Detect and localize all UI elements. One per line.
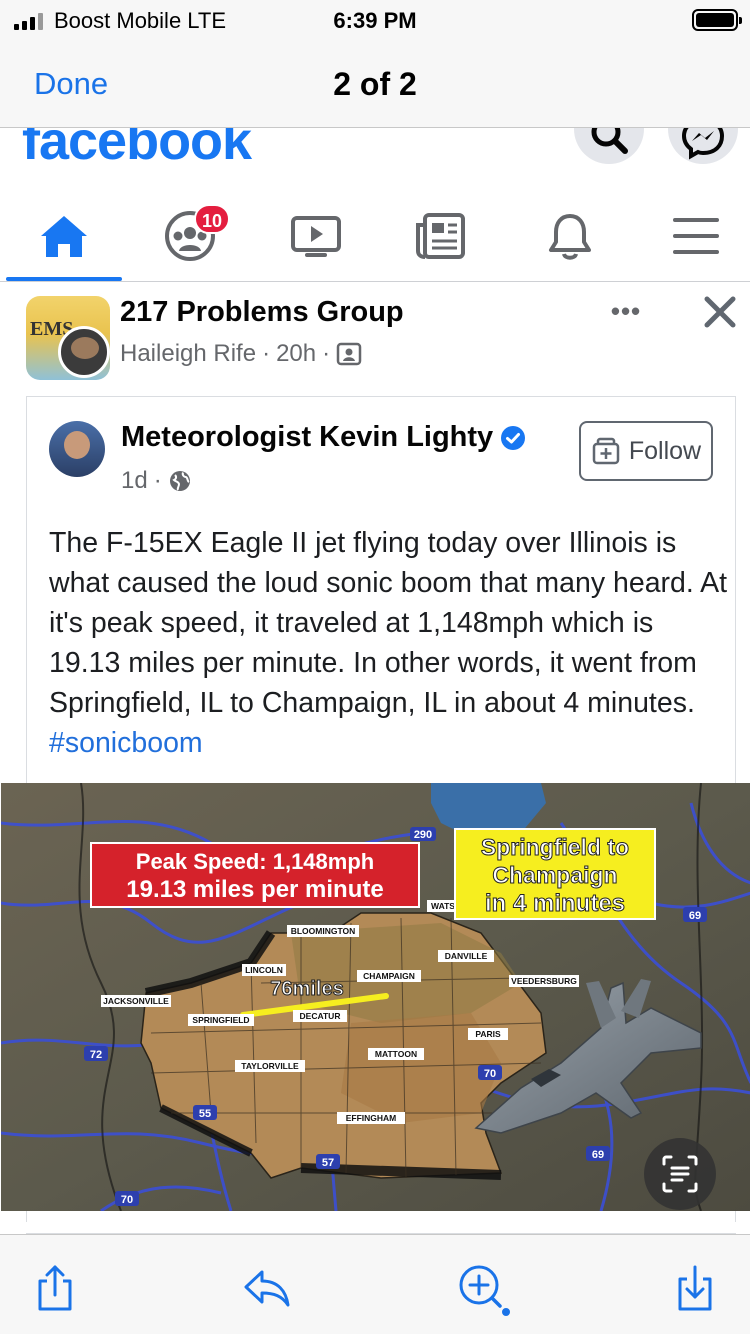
reply-button[interactable] — [242, 1263, 292, 1313]
messenger-button[interactable] — [668, 128, 738, 164]
peak-speed-line1: Peak Speed: 1,148mph — [136, 849, 374, 874]
status-bar: Boost Mobile LTE 6:39 PM — [0, 0, 750, 40]
facebook-nav-bar — [0, 188, 750, 282]
city-champaign: CHAMPAIGN — [363, 971, 415, 981]
meteorologist-avatar[interactable] — [49, 421, 105, 477]
text-scan-icon — [662, 1155, 698, 1193]
distance-label: 76miles — [270, 978, 343, 1000]
groups-notification-badge: 10 — [194, 204, 230, 234]
screenshot-content: facebook 10 EMS 217 Problems Group Haile… — [0, 128, 750, 1234]
peak-speed-callout: Peak Speed: 1,148mph 19.13 miles per min… — [90, 842, 420, 908]
highway-290-label: 290 — [414, 829, 432, 841]
city-lincoln: LINCOLN — [245, 965, 283, 975]
highway-70b-label: 70 — [121, 1194, 133, 1206]
close-post-button[interactable] — [700, 292, 740, 332]
route-line3: in 4 minutes — [485, 890, 625, 917]
post-author[interactable]: Haileigh Rife — [120, 340, 256, 368]
highway-57-label: 57 — [322, 1157, 334, 1169]
bell-icon — [549, 214, 591, 260]
follow-label: Follow — [628, 436, 702, 465]
facebook-logo: facebook — [22, 128, 252, 171]
city-danville: DANVILLE — [445, 951, 488, 961]
hashtag-link[interactable]: #sonicboom — [49, 727, 203, 759]
city-mattoon: MATTOON — [375, 1049, 417, 1059]
tab-notifications[interactable] — [540, 208, 600, 264]
page-indicator: 2 of 2 — [333, 66, 417, 102]
post-meta: Haileigh Rife · 20h · — [120, 340, 362, 368]
more-options-button[interactable]: ••• — [604, 296, 648, 326]
search-icon — [591, 128, 628, 154]
share-icon — [38, 1265, 72, 1311]
status-time: 6:39 PM — [333, 8, 417, 33]
share-button[interactable] — [30, 1263, 80, 1313]
globe-icon — [169, 471, 190, 491]
news-feed-icon — [416, 213, 465, 259]
save-button[interactable] — [670, 1263, 720, 1313]
city-springfield: SPRINGFIELD — [192, 1015, 249, 1025]
city-paris: PARIS — [475, 1029, 501, 1039]
post-body-text: The F-15EX Eagle II jet flying today ove… — [49, 527, 728, 719]
shared-author-label: Meteorologist Kevin Lighty — [121, 421, 494, 453]
meta-separator: · — [153, 467, 162, 494]
search-button[interactable] — [574, 128, 644, 164]
city-bloomington: BLOOMINGTON — [291, 926, 356, 936]
city-wats: WATS — [431, 901, 455, 911]
video-icon — [291, 216, 341, 257]
city-taylorville: TAYLORVILLE — [241, 1061, 299, 1071]
shared-post-card: Meteorologist Kevin Lighty 1d · Follow T… — [1, 396, 750, 1234]
illinois-map-graphic[interactable]: 290 69 72 70 55 57 69 70 BLOOMINGTON LIN… — [1, 783, 750, 1211]
zoom-in-icon — [459, 1265, 510, 1316]
route-line2: Champaign — [492, 862, 617, 888]
route-line1: Springfield to — [481, 834, 629, 860]
tab-menu[interactable] — [666, 208, 726, 264]
battery-icon — [692, 9, 742, 31]
viewer-top-bar: Boost Mobile LTE 6:39 PM Done 2 of 2 — [0, 0, 750, 128]
tab-news[interactable] — [410, 208, 470, 264]
meta-separator: · — [262, 340, 271, 367]
live-text-button[interactable] — [644, 1138, 716, 1210]
post-time[interactable]: 20h — [276, 340, 316, 368]
active-tab-indicator — [6, 277, 122, 281]
meta-separator: · — [322, 340, 331, 367]
highway-70-label: 70 — [484, 1068, 496, 1080]
highway-69b-label: 69 — [592, 1149, 604, 1161]
city-veedersburg: VEEDERSBURG — [511, 976, 577, 986]
highway-72-label: 72 — [90, 1049, 102, 1061]
tab-home[interactable] — [34, 208, 94, 264]
peak-speed-line2: 19.13 miles per minute — [126, 876, 383, 903]
city-decatur: DECATUR — [300, 1011, 341, 1021]
author-avatar[interactable] — [58, 326, 110, 378]
zoom-markup-button[interactable] — [456, 1263, 510, 1316]
download-icon — [678, 1265, 712, 1311]
tab-watch[interactable] — [286, 208, 346, 264]
verified-badge-icon — [501, 425, 526, 450]
group-name[interactable]: 217 Problems Group — [120, 296, 404, 329]
close-icon — [704, 296, 736, 328]
shared-post-time[interactable]: 1d — [121, 467, 148, 495]
group-members-icon — [336, 342, 362, 366]
highway-69-label: 69 — [689, 910, 701, 922]
reply-icon — [244, 1270, 290, 1307]
shared-post-meta: 1d · — [121, 467, 192, 495]
home-icon — [41, 216, 87, 257]
shared-author-name[interactable]: Meteorologist Kevin Lighty — [121, 421, 526, 454]
city-effingham: EFFINGHAM — [346, 1113, 397, 1123]
city-jacksonville: JACKSONVILLE — [103, 996, 169, 1006]
follow-icon — [592, 437, 620, 465]
messenger-icon — [681, 128, 725, 160]
route-time-callout: Springfield to Champaign in 4 minutes — [454, 828, 656, 920]
highway-55-label: 55 — [199, 1108, 211, 1120]
viewer-bottom-toolbar — [0, 1234, 750, 1334]
follow-button[interactable]: Follow — [579, 421, 713, 481]
hamburger-menu-icon — [673, 218, 719, 254]
post-body: The F-15EX Eagle II jet flying today ove… — [49, 523, 729, 763]
